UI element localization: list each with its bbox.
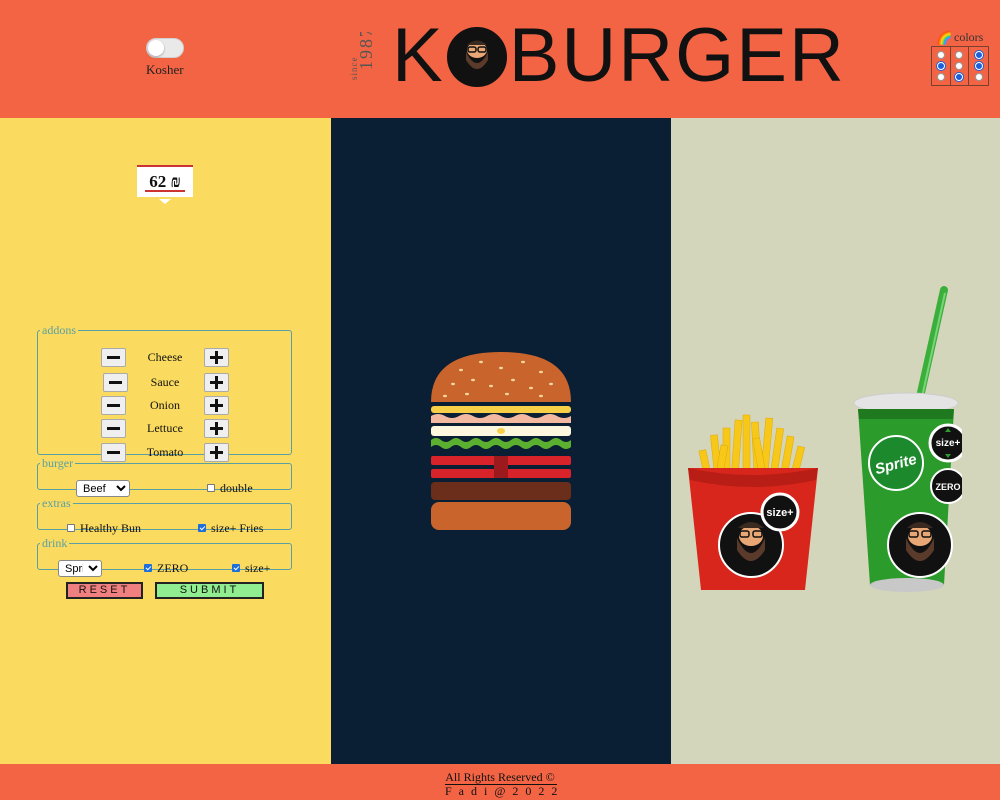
copyright-text: All Rights Reserved © (445, 770, 555, 784)
addon-label: Lettuce (147, 421, 183, 435)
color-radio-selected[interactable] (936, 61, 945, 70)
drink-zero-badge-text: ZERO (935, 482, 960, 492)
plus-icon (210, 399, 223, 412)
color-radio-selected[interactable] (974, 50, 983, 59)
sauce-layer (431, 414, 571, 423)
burger-illustration (431, 352, 571, 530)
plus-icon (210, 376, 223, 389)
color-radio[interactable] (974, 73, 983, 82)
plus-icon (210, 351, 223, 364)
cheese-minus-button[interactable] (101, 348, 126, 367)
lettuce-plus-button[interactable] (204, 419, 229, 438)
addon-row-sauce: Sauce (38, 373, 293, 395)
burger-type-select[interactable]: Beef (76, 480, 130, 497)
color-radio[interactable] (936, 50, 945, 59)
drink-fieldset: drink Sprite ZERO size+ (37, 536, 292, 577)
colors-picker[interactable] (931, 46, 989, 86)
price-value: 62 ₪ (149, 172, 181, 191)
author-text: Fadi@2022 (445, 784, 565, 798)
zero-label: ZERO (157, 561, 189, 575)
reset-button[interactable]: RESET (66, 582, 143, 599)
drink-legend: drink (42, 536, 68, 550)
toggle-knob (148, 40, 164, 56)
size-fries-checkbox[interactable] (198, 524, 206, 532)
color-radio-selected[interactable] (974, 61, 983, 70)
chef-face-icon (446, 27, 507, 87)
drink-illustration: Sprite size+ ZERO (853, 286, 962, 592)
price-tag: 62 ₪ (137, 165, 193, 204)
color-radio[interactable] (955, 50, 964, 59)
brand-rest: BURGER (508, 13, 846, 98)
onion-minus-button[interactable] (101, 396, 126, 415)
addon-label: Cheese (147, 350, 183, 364)
burger-legend: burger (42, 456, 74, 470)
kosher-toggle[interactable] (146, 38, 184, 58)
addon-row-lettuce: Lettuce (38, 419, 293, 441)
cheese-layer (431, 406, 571, 413)
sauce-plus-button[interactable] (204, 373, 229, 392)
fries-size-badge-text: size+ (766, 507, 793, 519)
zero-checkbox[interactable] (144, 564, 152, 572)
addons-legend: addons (42, 323, 76, 337)
lettuce-minus-button[interactable] (101, 419, 126, 438)
straw (916, 286, 948, 401)
fries-illustration: size+ (688, 414, 818, 590)
size-fries-label: size+ Fries (211, 521, 264, 535)
double-label: double (220, 481, 253, 495)
addon-label: Sauce (150, 375, 180, 389)
extras-legend: extras (42, 496, 71, 510)
bottom-bun (431, 502, 571, 530)
colors-column (932, 47, 951, 85)
drink-type-select[interactable]: Sprite (58, 560, 102, 577)
addon-row-cheese: Cheese (38, 348, 293, 370)
color-radio-selected[interactable] (955, 73, 964, 82)
size-drink-label: size+ (245, 561, 271, 575)
top-bun (431, 352, 571, 402)
sauce-minus-button[interactable] (103, 373, 128, 392)
size-drink-checkbox[interactable] (232, 564, 240, 572)
colors-column (969, 47, 988, 85)
brand-first-letter: K (392, 13, 445, 98)
header: Kosher since 1987 K BURGER 🌈 colors (0, 0, 1000, 118)
submit-button[interactable]: SUBMIT (155, 582, 264, 599)
addon-label: Onion (150, 398, 180, 412)
extras-fieldset: extras Healthy Bun size+ Fries (37, 496, 292, 535)
brand-logo: K BURGER (392, 15, 846, 97)
colors-label: colors (954, 30, 984, 44)
healthy-bun-label: Healthy Bun (80, 521, 141, 535)
drink-size-badge-text: size+ (936, 438, 961, 449)
kosher-label: Kosher (146, 62, 184, 77)
color-radio[interactable] (936, 73, 945, 82)
patty-layer (431, 482, 571, 500)
year-label: 1987 (356, 32, 373, 70)
healthy-bun-checkbox[interactable] (67, 524, 75, 532)
footer: All Rights Reserved © Fadi@2022 (0, 764, 1000, 800)
cheese-plus-button[interactable] (204, 348, 229, 367)
double-checkbox[interactable] (207, 484, 215, 492)
price-underline (145, 190, 185, 192)
since-year-badge: since 1987 (349, 32, 373, 80)
burger-fieldset: burger Beef double (37, 456, 292, 497)
color-radio[interactable] (955, 61, 964, 70)
onion-plus-button[interactable] (204, 396, 229, 415)
addons-fieldset: addons Cheese Sauce Onion Lettuce Tomato (37, 323, 293, 462)
colors-column (951, 47, 970, 85)
addon-row-onion: Onion (38, 396, 293, 418)
plus-icon (210, 422, 223, 435)
rainbow-icon: 🌈 (936, 30, 953, 45)
lettuce-layer (431, 438, 571, 449)
